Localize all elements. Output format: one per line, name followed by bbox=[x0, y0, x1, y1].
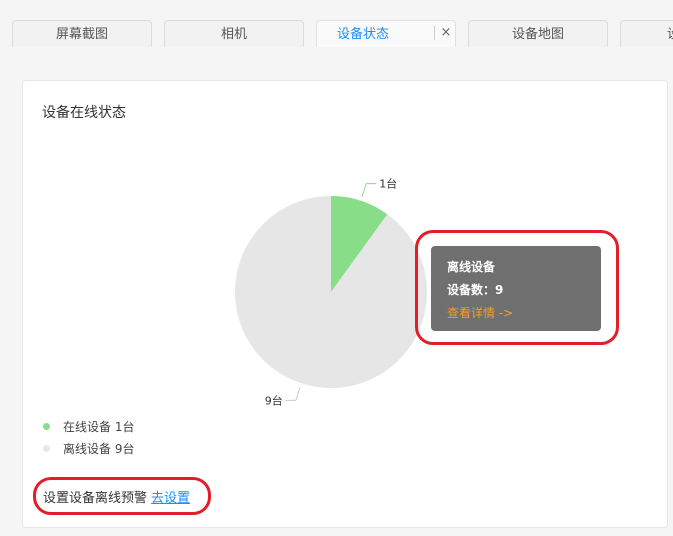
pie-slice-label: 1台 bbox=[379, 177, 397, 191]
tab-screenshot[interactable]: 屏幕截图 bbox=[12, 20, 152, 47]
pie-label-line bbox=[361, 183, 377, 198]
annotation-highlight-footer bbox=[33, 477, 211, 515]
legend-dot bbox=[43, 444, 50, 452]
tab-label: 屏幕截图 bbox=[55, 27, 108, 42]
close-icon[interactable]: × bbox=[440, 26, 452, 40]
legend-label: 离线设备 9台 bbox=[63, 441, 135, 456]
tab-label: 设备状态 bbox=[337, 27, 390, 42]
chart-legend: 在线设备 1台 离线设备 9台 bbox=[43, 415, 134, 459]
pie-slice-label: 9台 bbox=[265, 393, 283, 407]
tab-label: 相机 bbox=[220, 27, 247, 42]
tab-more[interactable]: 设 bbox=[620, 20, 673, 47]
tab-camera[interactable]: 相机 bbox=[164, 20, 304, 47]
tab-label: 设 bbox=[667, 27, 673, 42]
tab-device-map[interactable]: 设备地图 bbox=[468, 20, 608, 47]
tab-device-status[interactable]: 设备状态 bbox=[316, 20, 456, 47]
tab-label: 设备地图 bbox=[511, 27, 564, 42]
tab-divider bbox=[434, 26, 435, 40]
annotation-highlight-tooltip bbox=[415, 230, 619, 345]
legend-item-offline[interactable]: 离线设备 9台 bbox=[43, 437, 134, 459]
tab-bar: 屏幕截图 相机 设备状态 × 设备地图 设 bbox=[0, 0, 673, 48]
legend-item-online[interactable]: 在线设备 1台 bbox=[43, 415, 134, 437]
pie-label-line bbox=[285, 386, 301, 401]
legend-label: 在线设备 1台 bbox=[63, 419, 135, 434]
legend-dot bbox=[43, 422, 50, 430]
